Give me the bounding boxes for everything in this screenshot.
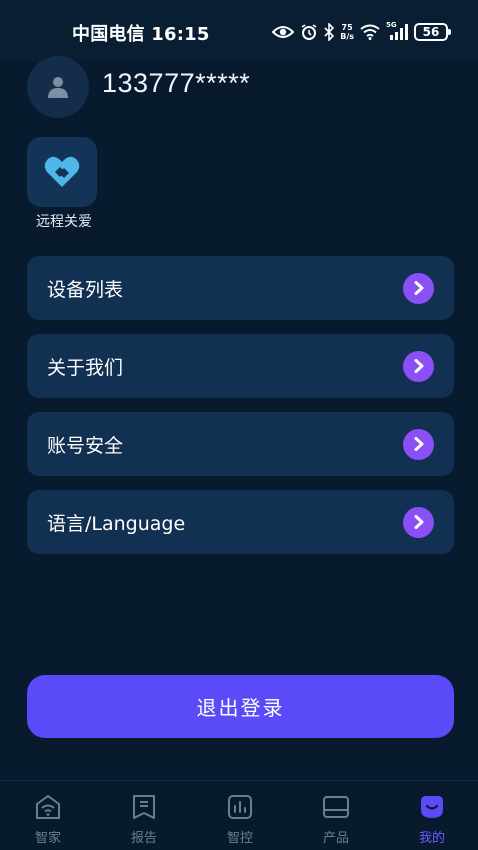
chevron-right-icon[interactable]	[403, 350, 434, 382]
tab-report[interactable]: 报告	[114, 791, 174, 846]
status-bar: 中国电信 16:15 75 B/s 5G 56	[0, 0, 478, 62]
menu-item-label: 关于我们	[47, 356, 124, 379]
status-icons: 75 B/s 5G 56	[272, 20, 451, 44]
logout-button[interactable]: 退出登录	[27, 675, 454, 738]
cellular-signal-icon: 5G	[386, 21, 408, 41]
menu-item-about-us[interactable]: 关于我们	[27, 334, 454, 398]
net-speed: 75 B/s	[340, 23, 354, 41]
user-icon	[48, 77, 68, 98]
tab-label: 智家	[34, 831, 61, 846]
chevron-right-icon[interactable]	[403, 272, 434, 304]
tab-mine[interactable]: 我的	[402, 791, 462, 846]
avatar[interactable]	[27, 56, 89, 118]
tab-smart-control[interactable]: 智控	[210, 791, 270, 846]
chart-icon	[210, 791, 270, 823]
menu-item-language[interactable]: 语言/Language	[27, 490, 454, 554]
heart-care-icon	[44, 156, 80, 187]
report-icon	[114, 791, 174, 823]
tab-label: 智控	[226, 831, 253, 846]
alarm-icon	[300, 23, 318, 41]
battery-indicator: 56	[414, 23, 451, 41]
product-icon	[306, 791, 366, 823]
bluetooth-icon	[324, 23, 335, 41]
eye-icon	[272, 25, 295, 39]
carrier-time: 中国电信 16:15	[72, 24, 210, 45]
remote-care-entry[interactable]: 远程关爱	[27, 137, 99, 230]
menu-item-account-security[interactable]: 账号安全	[27, 412, 454, 476]
chevron-right-icon[interactable]	[403, 428, 434, 460]
tab-label: 我的	[418, 831, 445, 846]
remote-care-label: 远程关爱	[36, 214, 92, 230]
bottom-tab-bar: 智家 报告 智控 产品 我的	[0, 780, 478, 850]
chevron-right-icon[interactable]	[403, 506, 434, 538]
smile-icon	[402, 791, 462, 823]
tab-smart-home[interactable]: 智家	[18, 791, 78, 846]
menu-item-label: 账号安全	[47, 434, 124, 457]
wifi-icon	[360, 24, 380, 40]
phone-number: 133777*****	[102, 68, 251, 98]
menu-item-label: 设备列表	[47, 278, 124, 301]
menu-item-device-list[interactable]: 设备列表	[27, 256, 454, 320]
remote-care-tile[interactable]	[27, 137, 97, 207]
tab-label: 产品	[322, 831, 349, 846]
tab-product[interactable]: 产品	[306, 791, 366, 846]
home-wifi-icon	[18, 791, 78, 823]
tab-label: 报告	[130, 831, 157, 846]
menu-item-label: 语言/Language	[47, 512, 186, 535]
profile-header[interactable]: 133777*****	[27, 56, 447, 118]
